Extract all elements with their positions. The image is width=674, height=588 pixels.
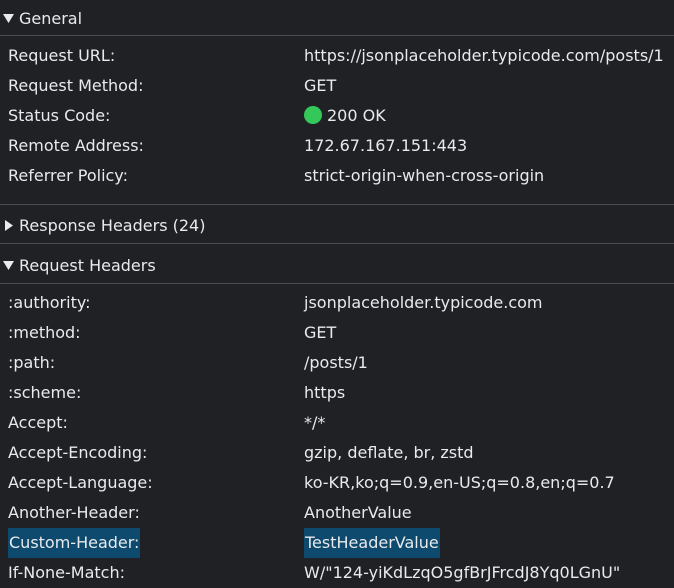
request-header-row: :path: /posts/1 xyxy=(0,348,674,378)
row-name: :scheme: xyxy=(8,383,82,402)
row-value: /posts/1 xyxy=(304,353,368,372)
row-name: Accept: xyxy=(8,413,68,432)
divider xyxy=(0,204,674,205)
row-value: gzip, deflate, br, zstd xyxy=(304,443,474,462)
triangle-down-icon xyxy=(3,0,14,36)
request-header-row: Accept-Encoding: gzip, deflate, br, zstd xyxy=(0,438,674,468)
divider xyxy=(0,243,674,244)
row-name: :authority: xyxy=(8,293,91,312)
row-value: https://jsonplaceholder.typicode.com/pos… xyxy=(304,46,664,65)
request-header-row: Accept: */* xyxy=(0,408,674,438)
row-value: GET xyxy=(304,323,337,342)
row-name: Remote Address: xyxy=(8,136,144,155)
general-row-request-method: Request Method: GET xyxy=(0,71,674,101)
row-value: ko-KR,ko;q=0.9,en-US;q=0.8,en;q=0.7 xyxy=(304,473,615,492)
row-name: :method: xyxy=(8,323,81,342)
triangle-down-icon xyxy=(3,247,14,283)
section-title-request-headers: Request Headers xyxy=(19,255,156,275)
section-header-request-headers[interactable]: Request Headers xyxy=(0,247,674,283)
status-ok-dot-icon xyxy=(304,105,322,124)
request-header-row: :method: GET xyxy=(0,318,674,348)
general-row-remote-address: Remote Address: 172.67.167.151:443 xyxy=(0,131,674,161)
row-value: 172.67.167.151:443 xyxy=(304,136,468,155)
row-name: Request URL: xyxy=(8,46,116,65)
status-value: 200 OK xyxy=(304,101,386,131)
row-name-highlighted: Custom-Header: xyxy=(8,528,141,558)
request-header-row: Accept-Language: ko-KR,ko;q=0.9,en-US;q=… xyxy=(0,468,674,498)
row-name: Status Code: xyxy=(8,106,111,125)
row-name: :path: xyxy=(8,353,56,372)
triangle-right-icon xyxy=(3,207,14,243)
general-row-request-url: Request URL: https://jsonplaceholder.typ… xyxy=(0,41,674,71)
row-value: https xyxy=(304,383,346,402)
divider xyxy=(0,35,674,36)
row-name: Referrer Policy: xyxy=(8,166,128,185)
row-value: strict-origin-when-cross-origin xyxy=(304,166,545,185)
request-header-row: :authority: jsonplaceholder.typicode.com xyxy=(0,288,674,318)
row-name: Accept-Encoding: xyxy=(8,443,148,462)
row-name: Accept-Language: xyxy=(8,473,153,492)
request-header-row: Another-Header: AnotherValue xyxy=(0,498,674,528)
row-value: jsonplaceholder.typicode.com xyxy=(304,293,543,312)
request-header-row: :scheme: https xyxy=(0,378,674,408)
section-header-general[interactable]: General xyxy=(0,0,674,36)
section-header-response-headers[interactable]: Response Headers (24) xyxy=(0,207,674,243)
general-row-status-code: Status Code: 200 OK xyxy=(0,101,674,131)
divider xyxy=(0,283,674,284)
row-value: GET xyxy=(304,76,337,95)
section-title-general: General xyxy=(19,8,83,28)
general-row-referrer-policy: Referrer Policy: strict-origin-when-cros… xyxy=(0,161,674,191)
row-name: Another-Header: xyxy=(8,503,140,522)
section-title-response-headers: Response Headers (24) xyxy=(19,215,206,235)
request-header-row-highlighted: Custom-Header: TestHeaderValue xyxy=(0,528,674,558)
status-text: 200 OK xyxy=(327,106,386,125)
row-value: AnotherValue xyxy=(304,503,412,522)
row-name: Request Method: xyxy=(8,76,144,95)
row-value-highlighted: TestHeaderValue xyxy=(304,528,440,558)
row-value: */* xyxy=(304,413,326,432)
